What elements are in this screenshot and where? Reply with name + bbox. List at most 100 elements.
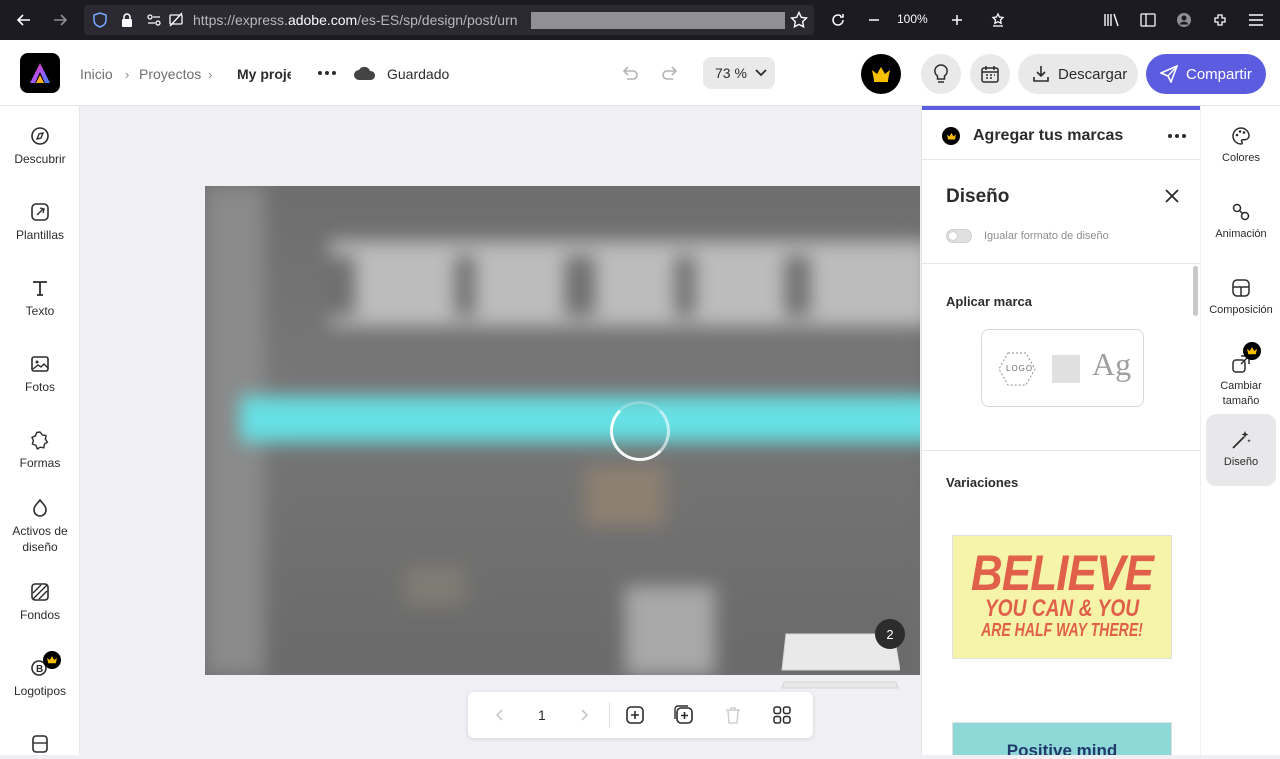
cloud-saved-icon	[353, 64, 377, 82]
backgrounds-icon	[31, 583, 49, 601]
sidebar-item-text[interactable]: Texto	[0, 278, 80, 319]
chevron-right-icon: ›	[125, 67, 130, 82]
rail-item-label: Diseño	[1223, 456, 1259, 468]
crown-icon	[872, 67, 890, 82]
tracking-blocked-icon[interactable]	[168, 12, 184, 28]
text-icon	[33, 281, 47, 296]
schedule-button[interactable]	[970, 54, 1010, 94]
forward-icon[interactable]	[44, 4, 76, 36]
premium-crown-button[interactable]	[861, 54, 901, 94]
delete-page-icon[interactable]	[723, 705, 743, 725]
divider	[922, 263, 1200, 264]
zoom-out-icon[interactable]	[858, 4, 890, 36]
animation-icon	[1232, 203, 1250, 221]
page-count-badge: 2	[875, 619, 905, 649]
sidebar-icon[interactable]	[1132, 4, 1164, 36]
project-title[interactable]: My proje	[237, 66, 291, 82]
variation-thumbnail[interactable]: Positive mind	[952, 722, 1172, 755]
prev-page-icon[interactable]	[490, 706, 508, 724]
rail-item-design[interactable]: Diseño	[1206, 414, 1276, 486]
premium-crown-badge	[43, 651, 61, 669]
add-page-icon[interactable]	[625, 705, 645, 725]
breadcrumb-home[interactable]: Inicio	[80, 66, 113, 82]
sidebar-item-photos[interactable]: Fotos	[0, 354, 80, 395]
svg-text:B: B	[36, 664, 43, 675]
lock-icon[interactable]	[120, 12, 134, 28]
palette-icon	[1232, 127, 1250, 145]
rail-item-colors[interactable]: Colores	[1206, 126, 1276, 186]
sidebar-item-logos[interactable]: B Logotipos	[0, 658, 80, 699]
zoom-in-icon[interactable]	[941, 4, 973, 36]
match-format-toggle[interactable]	[946, 229, 972, 243]
reload-icon[interactable]	[822, 4, 854, 36]
adobe-express-logo[interactable]	[20, 53, 60, 93]
bookmark-star-icon[interactable]	[790, 11, 808, 29]
sidebar-item-label: Descubrir	[14, 152, 66, 166]
chevron-right-icon: ›	[208, 67, 213, 82]
variation-subline: ARE HALF WAY THERE!	[981, 620, 1143, 640]
apply-brand-card[interactable]: LOGO Ag	[981, 329, 1144, 407]
more-options-icon[interactable]	[314, 62, 340, 84]
layout-icon	[1232, 279, 1250, 297]
download-label: Descargar	[1058, 65, 1128, 83]
left-toolbar: Descubrir Plantillas Texto Fotos Formas …	[0, 106, 80, 755]
redo-icon[interactable]	[658, 62, 682, 84]
permissions-icon[interactable]	[146, 12, 162, 28]
account-icon[interactable]	[1168, 4, 1200, 36]
sidebar-item-label: Activos de diseño	[12, 524, 68, 554]
match-format-label: Igualar formato de diseño	[984, 230, 1109, 242]
variation-headline: Positive mind	[1006, 741, 1118, 755]
sidebar-item-shapes[interactable]: Formas	[0, 430, 80, 471]
shield-icon[interactable]	[92, 12, 108, 28]
save-to-pocket-icon[interactable]	[982, 4, 1014, 36]
calendar-icon	[981, 66, 999, 83]
panel-scrollbar[interactable]	[1193, 266, 1198, 316]
breadcrumb-projects[interactable]: Proyectos	[139, 66, 201, 82]
brand-panel-title[interactable]: Agregar tus marcas	[973, 127, 1123, 145]
rail-item-label: Composición	[1209, 304, 1273, 316]
page-number[interactable]: 1	[538, 707, 546, 723]
variation-thumbnail[interactable]: BELIEVE YOU CAN & YOU ARE HALF WAY THERE…	[952, 535, 1172, 659]
download-button[interactable]: Descargar	[1018, 54, 1138, 94]
zoom-value: 73 %	[715, 65, 747, 81]
extensions-icon[interactable]	[1204, 4, 1236, 36]
address-bar[interactable]: https://express.adobe.com/es-ES/sp/desig…	[84, 5, 814, 35]
url-redacted	[531, 12, 785, 29]
sidebar-item-backgrounds[interactable]: Fondos	[0, 582, 80, 623]
color-swatch-placeholder	[1052, 355, 1080, 383]
rail-item-layout[interactable]: Composición	[1206, 278, 1276, 338]
rail-item-resize[interactable]: Cambiar tamaño	[1206, 354, 1276, 414]
artboard-blurred[interactable]	[205, 186, 920, 675]
premium-crown-badge	[942, 127, 960, 145]
duplicate-page-icon[interactable]	[674, 705, 694, 725]
ideas-button[interactable]	[921, 54, 961, 94]
sidebar-item-design-assets[interactable]: Activos de diseño	[0, 498, 80, 555]
next-page-icon[interactable]	[576, 706, 594, 724]
sidebar-item-label: Fondos	[19, 608, 61, 622]
panel-more-icon[interactable]	[1166, 130, 1188, 142]
browser-zoom-level[interactable]: 100%	[897, 12, 928, 26]
menu-icon[interactable]	[1240, 4, 1272, 36]
sidebar-item-templates[interactable]: Plantillas	[0, 202, 80, 243]
divider	[609, 702, 610, 728]
templates-icon	[31, 203, 49, 221]
discover-icon	[31, 127, 49, 145]
close-icon[interactable]	[1162, 186, 1182, 206]
sidebar-item-more[interactable]	[0, 734, 80, 759]
design-panel: Agregar tus marcas Diseño Igualar format…	[921, 106, 1200, 755]
rail-item-label: Colores	[1222, 152, 1260, 164]
plugin-icon	[32, 735, 48, 753]
share-button[interactable]: Compartir	[1146, 54, 1266, 94]
back-icon[interactable]	[8, 4, 40, 36]
zoom-select[interactable]: 73 %	[703, 57, 775, 89]
sidebar-item-discover[interactable]: Descubrir	[0, 126, 80, 167]
crown-icon	[47, 656, 57, 664]
app-header: Inicio › Proyectos › My proje Guardado 7…	[0, 40, 1280, 106]
library-icon[interactable]	[1096, 4, 1128, 36]
sidebar-item-label: Texto	[25, 304, 55, 318]
grid-view-icon[interactable]	[772, 705, 792, 725]
design-canvas[interactable]: 2 1	[80, 106, 920, 755]
rail-item-animation[interactable]: Animación	[1206, 202, 1276, 262]
loading-spinner	[610, 401, 670, 461]
undo-icon[interactable]	[618, 62, 642, 84]
